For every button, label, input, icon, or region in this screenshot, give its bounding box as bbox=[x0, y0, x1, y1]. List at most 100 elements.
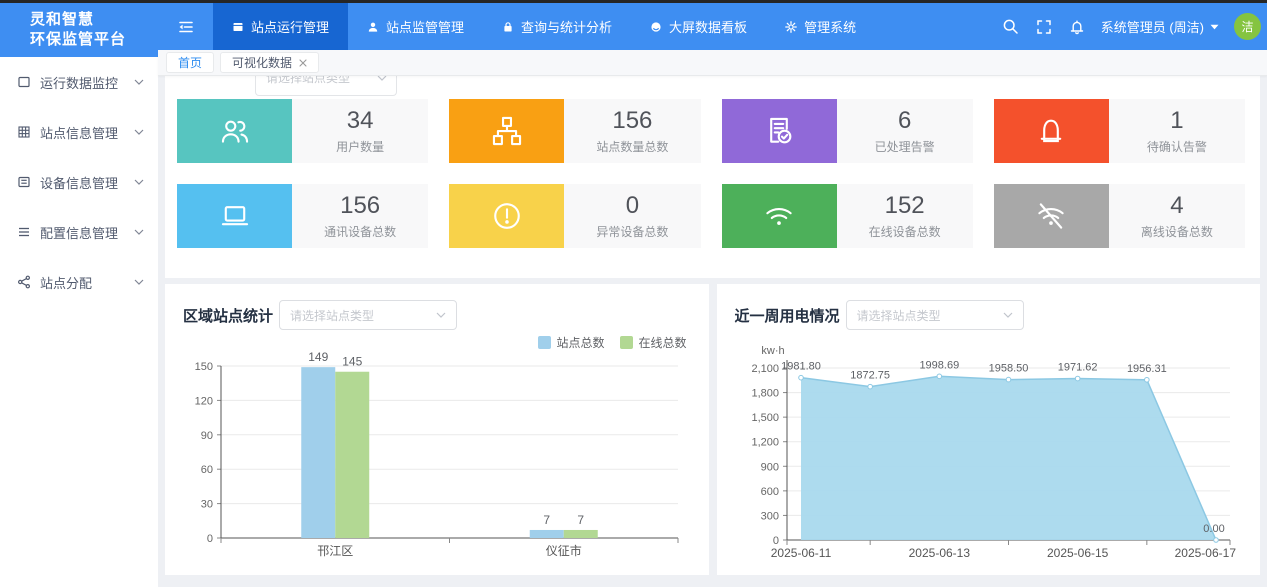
tab-visualization-data[interactable]: 可视化数据 bbox=[220, 52, 319, 73]
nav-item-site-operation[interactable]: 站点运行管理 bbox=[213, 3, 348, 50]
user-icon bbox=[367, 21, 379, 33]
stat-cards-row-1: 34 用户数量 156 站点数量总数 bbox=[177, 99, 1245, 163]
sidebar-item-site-info[interactable]: 站点信息管理 bbox=[0, 107, 158, 157]
tab-home[interactable]: 首页 bbox=[166, 52, 214, 73]
sidebar-label: 设备信息管理 bbox=[40, 173, 118, 192]
svg-text:2025-06-13: 2025-06-13 bbox=[908, 546, 970, 560]
avatar-text: 洁 bbox=[1241, 18, 1253, 35]
sidebar: 运行数据监控 站点信息管理 设备信息管理 配置信息管理 站点分配 bbox=[0, 57, 158, 587]
chevron-down-icon bbox=[134, 79, 144, 85]
nav-item-dashboard[interactable]: 大屏数据看板 bbox=[631, 3, 766, 50]
tab-close-icon[interactable] bbox=[299, 59, 307, 67]
stat-card-handled-alarms: 6 已处理告警 bbox=[722, 99, 973, 163]
stats-panel: 请选择站点类型 34 用户数量 bbox=[165, 76, 1260, 278]
stat-label: 已处理告警 bbox=[875, 138, 935, 155]
svg-text:120: 120 bbox=[195, 395, 213, 407]
chart-header: 近一周用电情况 请选择站点类型 bbox=[735, 300, 1243, 330]
stat-body: 1 待确认告警 bbox=[1109, 99, 1245, 163]
stat-card-online-devices: 152 在线设备总数 bbox=[722, 184, 973, 248]
bell-icon[interactable] bbox=[1068, 18, 1086, 36]
svg-text:1,800: 1,800 bbox=[751, 388, 779, 400]
svg-text:7: 7 bbox=[577, 513, 584, 527]
svg-text:1958.50: 1958.50 bbox=[988, 363, 1028, 375]
user-menu[interactable]: 系统管理员 (周洁) bbox=[1101, 17, 1219, 36]
svg-text:1872.75: 1872.75 bbox=[850, 370, 890, 382]
stat-label: 待确认告警 bbox=[1147, 138, 1207, 155]
sidebar-item-running-data[interactable]: 运行数据监控 bbox=[0, 57, 158, 107]
chart-title: 近一周用电情况 bbox=[735, 305, 840, 326]
sidebar-label: 配置信息管理 bbox=[40, 223, 118, 242]
legend-swatch bbox=[538, 336, 551, 349]
power-site-type-select[interactable]: 请选择站点类型 bbox=[846, 300, 1024, 330]
svg-text:1,500: 1,500 bbox=[751, 412, 779, 424]
stat-label: 异常设备总数 bbox=[596, 223, 668, 240]
svg-text:0.00: 0.00 bbox=[1203, 523, 1224, 535]
sidebar-label: 站点分配 bbox=[40, 273, 92, 292]
user-name: 系统管理员 (周洁) bbox=[1101, 17, 1204, 36]
svg-text:149: 149 bbox=[308, 352, 328, 364]
region-bar-chart: 0306090120150149145邗江区77仪征市 bbox=[183, 352, 688, 564]
caret-down-icon bbox=[1210, 24, 1219, 30]
stat-body: 152 在线设备总数 bbox=[837, 184, 973, 248]
stat-card-offline-devices: 4 离线设备总数 bbox=[994, 184, 1245, 248]
stat-body: 156 站点数量总数 bbox=[564, 99, 700, 163]
header-right: 系统管理员 (周洁) 洁 bbox=[1002, 13, 1267, 40]
avatar[interactable]: 洁 bbox=[1234, 13, 1261, 40]
main-nav: 站点运行管理 站点监管管理 查询与统计分析 大屏数据看板 管理系统 bbox=[213, 3, 875, 50]
stat-value: 156 bbox=[340, 192, 380, 220]
alert-circle-icon bbox=[449, 184, 564, 248]
stat-value: 0 bbox=[626, 192, 639, 220]
power-area-chart: 03006009001,2001,5001,8002,100kw·h1981.8… bbox=[735, 342, 1240, 564]
chevron-down-icon bbox=[134, 129, 144, 135]
tab-label: 可视化数据 bbox=[232, 54, 292, 71]
document-check-icon bbox=[722, 99, 837, 163]
search-icon[interactable] bbox=[1002, 18, 1020, 36]
region-site-type-select[interactable]: 请选择站点类型 bbox=[279, 300, 457, 330]
stat-card-abnormal-devices: 0 异常设备总数 bbox=[449, 184, 700, 248]
lock-icon bbox=[502, 21, 514, 33]
nav-label: 站点运行管理 bbox=[251, 17, 329, 36]
region-site-stats-panel: 区域站点统计 请选择站点类型 站点总数 在线总数 bbox=[165, 284, 709, 575]
stat-value: 34 bbox=[347, 107, 374, 135]
sidebar-item-config-info[interactable]: 配置信息管理 bbox=[0, 207, 158, 257]
svg-text:2025-06-17: 2025-06-17 bbox=[1174, 546, 1236, 560]
panel-square-icon bbox=[232, 21, 244, 33]
svg-text:90: 90 bbox=[201, 430, 213, 442]
site-type-select-cropped[interactable]: 请选择站点类型 bbox=[255, 76, 397, 96]
stat-value: 1 bbox=[1170, 107, 1183, 135]
svg-text:7: 7 bbox=[543, 513, 550, 527]
stat-label: 站点数量总数 bbox=[596, 138, 668, 155]
sidebar-item-site-allocation[interactable]: 站点分配 bbox=[0, 257, 158, 307]
sidebar-item-device-info[interactable]: 设备信息管理 bbox=[0, 157, 158, 207]
svg-text:1998.69: 1998.69 bbox=[919, 359, 959, 371]
sidebar-collapse-icon[interactable] bbox=[173, 14, 199, 40]
alarm-icon bbox=[994, 99, 1109, 163]
svg-text:300: 300 bbox=[760, 510, 778, 522]
nav-item-site-supervision[interactable]: 站点监管管理 bbox=[348, 3, 483, 50]
logo-line1: 灵和智慧 bbox=[30, 10, 158, 30]
stat-label: 在线设备总数 bbox=[869, 223, 941, 240]
svg-text:150: 150 bbox=[195, 361, 213, 373]
svg-text:kw·h: kw·h bbox=[761, 345, 784, 357]
svg-text:1956.31: 1956.31 bbox=[1126, 363, 1166, 375]
nav-item-query-statistics[interactable]: 查询与统计分析 bbox=[483, 3, 631, 50]
config-list-icon bbox=[17, 225, 31, 239]
legend-item-total-sites[interactable]: 站点总数 bbox=[538, 334, 604, 351]
svg-text:60: 60 bbox=[201, 464, 213, 476]
chart-title: 区域站点统计 bbox=[183, 305, 273, 326]
legend-item-online-sites[interactable]: 在线总数 bbox=[620, 334, 686, 351]
svg-text:0: 0 bbox=[207, 533, 213, 545]
svg-text:1971.62: 1971.62 bbox=[1057, 362, 1097, 374]
fullscreen-icon[interactable] bbox=[1035, 18, 1053, 36]
legend-swatch bbox=[620, 336, 633, 349]
sitemap-icon bbox=[449, 99, 564, 163]
chevron-down-icon bbox=[377, 76, 387, 81]
stat-card-pending-alarms: 1 待确认告警 bbox=[994, 99, 1245, 163]
users-icon bbox=[177, 99, 292, 163]
monitor-icon bbox=[17, 75, 31, 89]
stat-value: 4 bbox=[1170, 192, 1183, 220]
svg-text:2,100: 2,100 bbox=[751, 363, 779, 375]
nav-item-management[interactable]: 管理系统 bbox=[766, 3, 875, 50]
chart-header: 区域站点统计 请选择站点类型 bbox=[183, 300, 691, 330]
device-doc-icon bbox=[17, 175, 31, 189]
